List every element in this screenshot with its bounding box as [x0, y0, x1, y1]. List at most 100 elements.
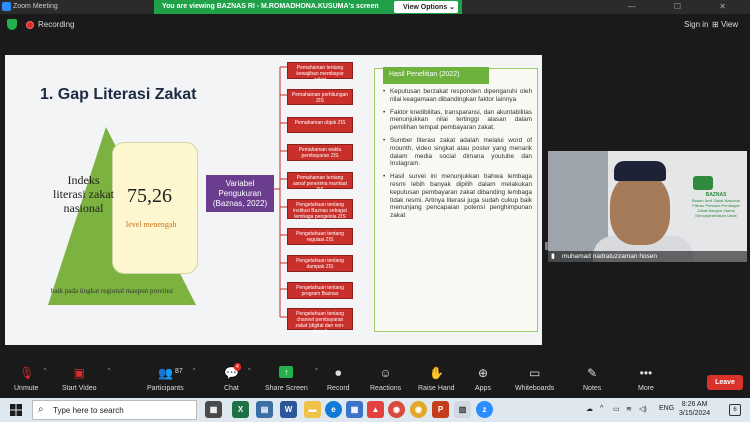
measure-item: Pengetahuan tentang program Baznas — [287, 282, 353, 299]
chat-label: Chat — [224, 385, 239, 392]
chevron-up-icon[interactable]: ^ — [108, 368, 111, 374]
notes-button[interactable]: ✎ Notes — [583, 366, 601, 392]
banner-text: You are viewing BAZNAS RI - M.ROMADHONA.… — [162, 3, 379, 10]
windows-start-icon[interactable] — [10, 404, 22, 416]
measure-item: Pemahaman tentang kewajiban membayar zak… — [287, 62, 353, 83]
participant-video-tile[interactable]: BAZNAS Badan Amil Zakat Nasional Pilihan… — [548, 151, 747, 262]
app-icon[interactable]: ▥ — [454, 401, 471, 418]
chrome-profile-icon[interactable]: ◉ — [410, 401, 427, 418]
chevron-up-icon[interactable]: ^ — [44, 368, 47, 374]
view-button[interactable]: ⊞ View — [712, 20, 738, 29]
edge-icon[interactable]: e — [325, 401, 342, 418]
word-icon[interactable]: W — [280, 401, 297, 418]
shared-slide: 1. Gap Literasi Zakat Indeks literasi za… — [5, 55, 542, 345]
measure-item: Pemahaman perhitungan ZIS — [287, 89, 353, 105]
apps-label: Apps — [475, 385, 491, 392]
smiley-plus-icon: ☺ — [379, 366, 392, 380]
unmute-label: Unmute — [14, 385, 39, 392]
file-explorer-icon[interactable]: ▤ — [256, 401, 273, 418]
measure-item: Pengetahuan tentang dampak ZIS — [287, 255, 353, 272]
leave-button[interactable]: Leave — [707, 375, 743, 390]
raise-hand-button[interactable]: ✋ Raise Hand — [418, 366, 455, 392]
measure-item: Pemahaman objek ZIS — [287, 117, 353, 133]
taskbar-search-input[interactable]: ⌕ Type here to search — [32, 400, 197, 420]
record-label: Record — [327, 385, 350, 392]
folder-icon[interactable]: ▬ — [304, 401, 321, 418]
notes-icon: ✎ — [587, 366, 598, 380]
photos-icon[interactable]: ▲ — [367, 401, 384, 418]
baznas-logo-icon — [693, 176, 713, 190]
measure-item: Pemahaman tentang asnaf penerima manfaat… — [287, 172, 353, 193]
unmute-button[interactable]: 🎙 ^ Unmute — [14, 366, 47, 392]
triangle-label: Indeks literasi zakat nasional — [53, 173, 114, 215]
tray-language[interactable]: ENG — [659, 405, 674, 412]
taskbar-clock[interactable]: 8:26 AM 3/15/2024 — [679, 400, 710, 418]
list-item: Keputusan berzakat responden dipengaruhi… — [382, 88, 532, 104]
view-label: View — [720, 20, 739, 29]
tray-cloud-icon[interactable]: ☁ — [586, 405, 593, 413]
microphone-muted-icon: 🎙 — [19, 366, 35, 380]
security-shield-icon[interactable] — [7, 19, 17, 30]
chat-button[interactable]: 💬 4 ^ Chat — [224, 363, 251, 392]
participants-icon: 👥 — [158, 366, 174, 380]
share-screen-button[interactable]: ↑ ^ Share Screen — [265, 366, 318, 392]
chrome-icon[interactable]: ◉ — [388, 401, 405, 418]
participant-cap — [614, 161, 666, 181]
hand-icon: ✋ — [429, 366, 445, 380]
research-results-list: Keputusan berzakat responden dipengaruhi… — [382, 88, 532, 225]
more-dots-icon: ••• — [639, 366, 653, 380]
store-icon[interactable]: ▦ — [346, 401, 363, 418]
more-button[interactable]: ••• More — [638, 366, 654, 392]
reactions-button[interactable]: ☺ Reactions — [370, 366, 401, 392]
view-options-button[interactable]: View Options ⌄ — [394, 1, 458, 13]
variable-box: Variabel Pengukuran (Baznas, 2022) — [206, 175, 274, 212]
chevron-up-icon[interactable]: ^ — [248, 368, 251, 374]
measure-item: Pengetahuan tentang institusi Baznas seb… — [287, 199, 353, 220]
task-view-icon[interactable]: ▦ — [205, 401, 222, 418]
window-controls[interactable]: — ☐ ✕ — [628, 2, 744, 11]
excel-icon[interactable]: X — [232, 401, 249, 418]
list-item: Faktor kredibilitas, transparansi, dan a… — [382, 109, 532, 132]
zoom-taskbar-icon[interactable]: z — [476, 401, 493, 418]
apps-button[interactable]: ⊕ Apps — [475, 366, 491, 392]
app-title: Zoom Meeting — [13, 3, 58, 10]
meeting-topbar: Recording Sign in ⊞ View — [0, 14, 750, 36]
chevron-up-icon[interactable]: ^ — [193, 368, 196, 374]
sign-in-button[interactable]: Sign in — [684, 20, 708, 29]
level-box — [112, 142, 198, 274]
participant-name-label: ▮ muhamad nadratuzzaman hosen — [548, 251, 747, 262]
tray-chevron-up-icon[interactable]: ^ — [600, 405, 603, 412]
literacy-index-value: 75,26 — [127, 185, 172, 207]
zoom-logo-icon — [2, 2, 11, 11]
record-icon: ⏺ — [335, 366, 342, 380]
record-button[interactable]: ⏺ Record — [327, 366, 350, 392]
search-placeholder: Type here to search — [53, 406, 124, 415]
start-video-label: Start Video — [62, 385, 97, 392]
tray-battery-icon[interactable]: ▭ — [613, 405, 620, 413]
tray-wifi-icon[interactable]: ≋ — [626, 405, 632, 413]
audio-bars-icon: ▮ — [551, 253, 555, 260]
recording-dot-icon — [26, 21, 34, 29]
reactions-label: Reactions — [370, 385, 402, 392]
clock-time: 8:26 AM — [681, 401, 708, 408]
measure-item: Pemahaman waktu pembayaran ZIS — [287, 144, 353, 161]
notification-center-icon[interactable]: 6 — [729, 404, 741, 416]
participants-button[interactable]: 👥 87 ^ Participants — [147, 366, 196, 392]
base-label: baik pada tingkat regional maupun provin… — [51, 287, 173, 295]
meeting-main-area: 1. Gap Literasi Zakat Indeks literasi za… — [0, 36, 750, 362]
apps-icon: ⊕ — [477, 366, 489, 380]
windows-taskbar: ⌕ Type here to search ▦ X ▤ W ▬ e ▦ ▲ ◉ … — [0, 398, 750, 422]
grid-icon: ⊞ — [712, 20, 721, 29]
start-video-button[interactable]: ▣ ^ Start Video — [62, 366, 111, 392]
chevron-up-icon[interactable]: ^ — [315, 368, 318, 374]
notes-label: Notes — [583, 385, 602, 392]
tray-volume-icon[interactable]: ◁) — [639, 405, 647, 413]
list-item: Hasil survei ini menunjukkan bahwa lemba… — [382, 173, 532, 220]
view-options-label: View Options — [403, 4, 448, 11]
list-item: Sumber literasi zakat adalah melalui wor… — [382, 137, 532, 168]
whiteboards-button[interactable]: ▭ Whiteboards — [515, 366, 554, 392]
more-label: More — [638, 385, 654, 392]
share-screen-label: Share Screen — [265, 385, 308, 392]
powerpoint-icon[interactable]: P — [432, 401, 449, 418]
recording-label[interactable]: Recording — [38, 20, 74, 29]
